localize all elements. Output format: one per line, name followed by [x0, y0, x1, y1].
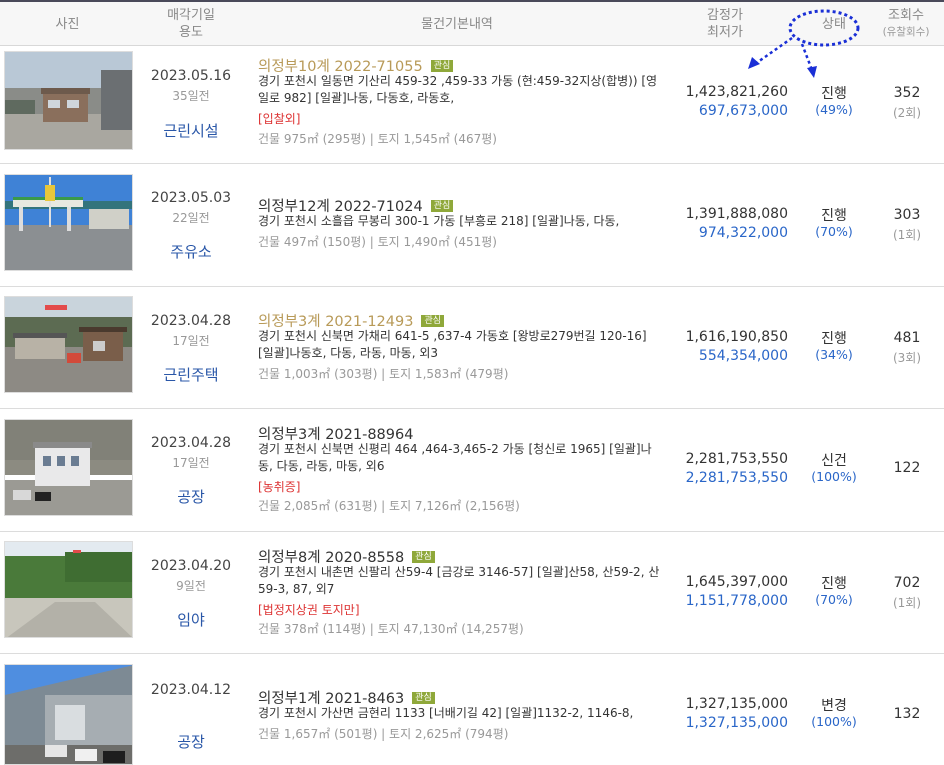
days-left: 35일전 — [172, 89, 210, 103]
property-photo[interactable] — [4, 296, 133, 393]
list-item[interactable]: 2023.04.12 공장 의정부1계 2021-8463 관심 경기 포천시 … — [0, 654, 944, 765]
sale-date: 2023.04.28 — [150, 313, 232, 329]
fail-count: (1회) — [892, 228, 922, 242]
days-left: 22일전 — [172, 211, 210, 225]
interest-badge: 관심 — [412, 550, 435, 563]
auction-status: 진행 — [821, 86, 847, 102]
property-use: 근린주택 — [163, 366, 219, 384]
property-photo[interactable] — [4, 541, 133, 638]
fail-count: (2회) — [892, 106, 922, 120]
header-fails-label: (유찰회수) — [882, 26, 930, 38]
area-info: 건물 378㎡ (114평) | 토지 47,130㎡ (14,257평) — [258, 622, 524, 636]
fail-count: (1회) — [892, 596, 922, 610]
special-tag: [입찰외] — [258, 112, 301, 126]
area-info: 건물 1,657㎡ (501평) | 토지 2,625㎡ (794평) — [258, 727, 509, 741]
sale-date: 2023.04.20 — [150, 558, 232, 574]
min-price-percent: (34%) — [815, 347, 853, 362]
list-item[interactable]: 2023.04.28 17일전 근린주택 의정부3계 2021-12493 관심… — [0, 287, 944, 409]
header-date[interactable]: 매각기일 용도 — [135, 2, 247, 46]
min-price-percent: (100%) — [811, 714, 857, 729]
address: 경기 포천시 가산면 금현리 1133 [너배기길 42] [일괄]1132-2… — [258, 706, 634, 720]
property-use: 공장 — [177, 488, 205, 506]
header-info-label: 물건기본내역 — [421, 16, 493, 32]
special-tag: [법정지상권 토지만] — [258, 603, 360, 617]
min-price-percent: (49%) — [815, 102, 853, 117]
interest-badge: 관심 — [430, 199, 454, 212]
area-info: 건물 2,085㎡ (631평) | 토지 7,126㎡ (2,156평) — [258, 499, 520, 513]
address: 경기 포천시 소흘읍 무봉리 300-1 가동 [부흥로 218] [일괄]나동… — [258, 214, 620, 228]
header-views[interactable]: 조회수 (유찰회수) — [870, 2, 942, 46]
days-left: 17일전 — [172, 456, 210, 470]
header-views-label[interactable]: 조회수 — [888, 7, 924, 24]
sale-date: 2023.05.16 — [150, 68, 232, 84]
area-info: 건물 1,003㎡ (303평) | 토지 1,583㎡ (479평) — [258, 367, 509, 381]
view-count: 481 — [893, 330, 921, 346]
address: 경기 포천시 신북면 가채리 641-5 ,637-4 가동호 [왕방로279번… — [258, 329, 647, 360]
header-status[interactable]: 상태 — [792, 2, 876, 46]
min-price-percent: (70%) — [815, 224, 853, 239]
view-count: 352 — [893, 85, 921, 101]
sale-date: 2023.05.03 — [150, 190, 232, 206]
list-item[interactable]: 2023.05.03 22일전 주유소 의정부12계 2022-71024 관심… — [0, 164, 944, 287]
property-use: 근린시설 — [163, 122, 219, 140]
address: 경기 포천시 일동면 기산리 459-32 ,459-33 가동 (현:459-… — [258, 74, 658, 105]
sale-date: 2023.04.28 — [150, 435, 232, 451]
auction-status: 진행 — [821, 331, 847, 347]
appraised-price: 1,327,135,000 — [685, 696, 788, 712]
special-tag: [농취증] — [258, 480, 301, 494]
header-appraise-label[interactable]: 감정가 — [707, 7, 743, 24]
address: 경기 포천시 신북면 신평리 464 ,464-3,465-2 가동 [청신로 … — [258, 442, 652, 473]
list-item[interactable]: 2023.04.20 9일전 임야 의정부8계 2020-8558 관심 경기 … — [0, 532, 944, 654]
property-photo[interactable] — [4, 51, 133, 150]
header-status-label[interactable]: 상태 — [822, 16, 846, 33]
property-photo[interactable] — [4, 174, 133, 271]
min-price-percent: (100%) — [811, 469, 857, 484]
appraised-price: 2,281,753,550 — [685, 451, 788, 467]
address: 경기 포천시 내촌면 신팔리 산59-4 [금강로 3146-57] [일괄]산… — [258, 565, 660, 596]
minimum-price: 554,354,000 — [698, 348, 788, 364]
interest-badge: 관심 — [421, 314, 445, 327]
table-header: 사진 매각기일 용도 물건기본내역 감정가 최저가 상태 조회수 (유찰회수) — [0, 0, 944, 46]
auction-status: 신건 — [821, 453, 847, 469]
header-min-label[interactable]: 최저가 — [707, 24, 743, 41]
header-use-label[interactable]: 용도 — [179, 24, 203, 41]
header-photo: 사진 — [0, 2, 135, 46]
minimum-price: 1,327,135,000 — [685, 715, 788, 731]
area-info: 건물 497㎡ (150평) | 토지 1,490㎡ (451평) — [258, 235, 497, 249]
minimum-price: 697,673,000 — [698, 103, 788, 119]
property-use: 공장 — [177, 733, 205, 751]
appraised-price: 1,391,888,080 — [685, 206, 788, 222]
appraised-price: 1,616,190,850 — [685, 329, 788, 345]
sale-date: 2023.04.12 — [150, 682, 232, 698]
header-info: 물건기본내역 — [247, 2, 667, 46]
days-left: 9일전 — [176, 579, 206, 593]
auction-status: 진행 — [821, 576, 847, 592]
property-photo[interactable] — [4, 664, 133, 765]
header-photo-label: 사진 — [55, 16, 80, 32]
view-count: 122 — [893, 460, 921, 476]
auction-status: 변경 — [821, 698, 847, 714]
appraised-price: 1,645,397,000 — [685, 574, 788, 590]
list-item[interactable]: 2023.05.16 35일전 근린시설 의정부10계 2022-71055 관… — [0, 46, 944, 164]
view-count: 303 — [893, 207, 921, 223]
area-info: 건물 975㎡ (295평) | 토지 1,545㎡ (467평) — [258, 132, 497, 146]
header-date-label[interactable]: 매각기일 — [167, 7, 215, 24]
fail-count: (3회) — [892, 351, 922, 365]
interest-badge: 관심 — [412, 691, 435, 704]
auction-status: 진행 — [821, 208, 847, 224]
minimum-price: 974,322,000 — [698, 225, 788, 241]
header-price[interactable]: 감정가 최저가 — [680, 2, 770, 46]
property-use: 주유소 — [170, 243, 212, 261]
view-count: 132 — [893, 706, 921, 722]
min-price-percent: (70%) — [815, 592, 853, 607]
minimum-price: 2,281,753,550 — [685, 470, 788, 486]
minimum-price: 1,151,778,000 — [685, 593, 788, 609]
property-photo[interactable] — [4, 419, 133, 516]
appraised-price: 1,423,821,260 — [685, 84, 788, 100]
property-use: 임야 — [177, 611, 205, 629]
view-count: 702 — [893, 575, 921, 591]
list-item[interactable]: 2023.04.28 17일전 공장 의정부3계 2021-88964 경기 포… — [0, 409, 944, 532]
days-left: 17일전 — [172, 334, 210, 348]
interest-badge: 관심 — [430, 59, 454, 72]
